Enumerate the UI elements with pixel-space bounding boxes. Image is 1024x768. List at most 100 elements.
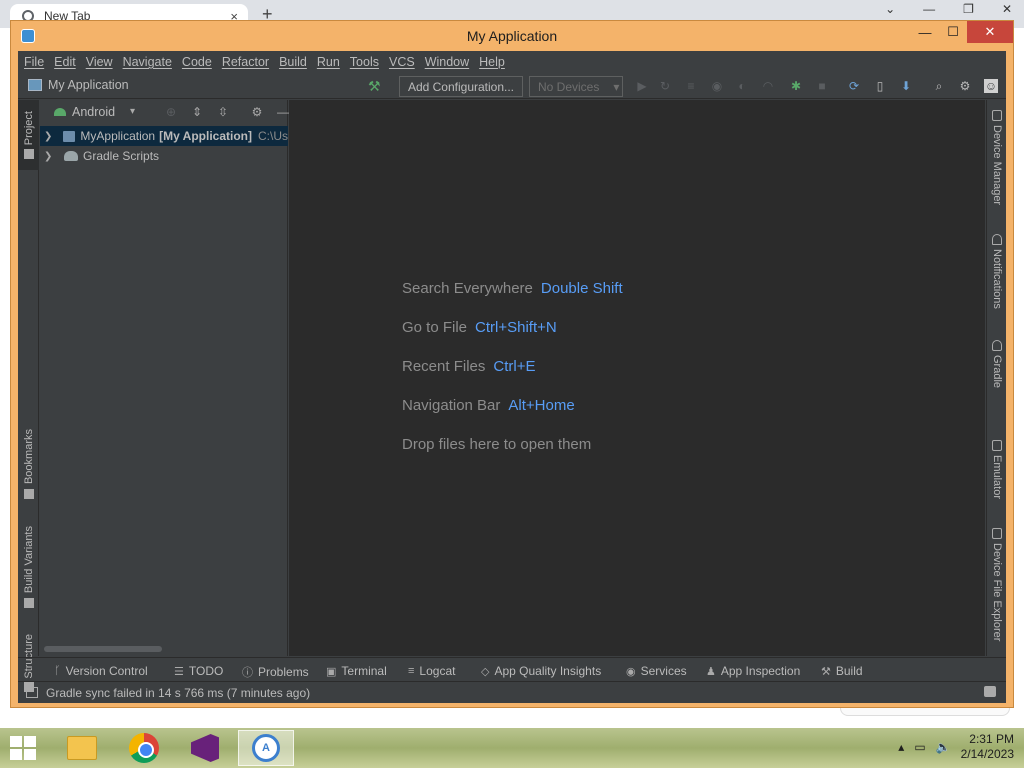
menu-vcs[interactable]: VCS (389, 55, 421, 69)
tab-app-quality-insights[interactable]: ◇ App Quality Insights (481, 664, 601, 678)
browser-close-icon[interactable]: ✕ (1002, 2, 1012, 16)
menu-edit[interactable]: Edit (54, 55, 82, 69)
browser-minimize-icon[interactable]: — (923, 2, 935, 16)
sdk-manager-icon[interactable]: ⬇ (899, 79, 913, 93)
collapse-all-icon[interactable]: ⇳ (216, 105, 230, 119)
tab-logcat[interactable]: ≡ Logcat (408, 664, 455, 678)
taskbar-file-explorer[interactable] (54, 730, 110, 766)
project-breadcrumb[interactable]: My Application (28, 78, 129, 92)
windows-logo-pane (10, 749, 22, 760)
add-configuration-button[interactable]: Add Configuration... (399, 76, 523, 97)
sync-gradle-icon[interactable]: ⟳ (847, 79, 861, 93)
clock[interactable]: 2:31 PM 2/14/2023 (961, 732, 1014, 762)
tree-item-myapplication[interactable]: ❯ MyApplication [My Application] C:\Us (40, 126, 288, 146)
clock-time: 2:31 PM (969, 732, 1014, 746)
tab-notifications[interactable]: Notifications (987, 234, 1007, 309)
device-manager-icon[interactable]: ▯ (873, 79, 887, 93)
hide-icon[interactable]: — (276, 105, 290, 119)
settings-icon[interactable]: ⚙ (958, 79, 972, 93)
tab-label: Problems (258, 665, 309, 679)
menu-code[interactable]: Code (182, 55, 218, 69)
services-icon: ◉ (626, 665, 636, 678)
apply-changes-icon[interactable]: ◠ (761, 79, 775, 93)
hint-shortcut: Alt+Home (508, 397, 575, 414)
windows-taskbar: A ▴ ▭ 🔈 2:31 PM 2/14/2023 (0, 728, 1024, 768)
app-inspection-icon: ♟ (706, 665, 716, 678)
tab-build-variants-label: Build Variants (22, 526, 35, 594)
hint-go-to-file: Go to File Ctrl+Shift+N (402, 319, 557, 336)
maximize-button[interactable]: ☐ (939, 21, 967, 43)
menu-refactor[interactable]: Refactor (222, 55, 275, 69)
search-icon[interactable]: ⌕ (932, 79, 946, 93)
debug-icon[interactable]: ✱ (789, 79, 803, 93)
stop-icon[interactable]: ■ (815, 79, 829, 93)
event-log-icon[interactable] (984, 686, 996, 697)
tab-gradle[interactable]: Gradle (987, 340, 1007, 388)
menu-build[interactable]: Build (279, 55, 313, 69)
info-icon: ⓘ (242, 667, 253, 679)
tab-build-variants[interactable]: Build Variants (18, 522, 39, 612)
account-icon[interactable]: ☺ (984, 79, 998, 93)
browser-restore-icon[interactable]: ❐ (963, 2, 974, 16)
hint-label: Recent Files (402, 358, 486, 375)
toggle-tool-windows-icon[interactable] (26, 687, 38, 698)
tab-bookmarks[interactable]: Bookmarks (18, 426, 39, 502)
tree-item-gradle-scripts[interactable]: ❯ Gradle Scripts (40, 146, 288, 166)
tab-build[interactable]: ⚒ Build (821, 664, 863, 678)
tab-todo[interactable]: ☰ TODO (174, 664, 223, 678)
tab-app-inspection[interactable]: ♟ App Inspection (706, 664, 800, 678)
hammer-icon[interactable]: ⚒ (368, 78, 381, 95)
volume-icon[interactable]: 🔈 (936, 740, 951, 754)
coverage-icon[interactable]: ≡ (684, 79, 698, 93)
tab-label: App Inspection (720, 664, 801, 678)
minimize-button[interactable]: — (911, 21, 939, 43)
horizontal-scrollbar[interactable] (44, 646, 162, 652)
tab-problems[interactable]: ⓘ Problems (242, 664, 309, 680)
menu-view[interactable]: View (86, 55, 119, 69)
close-button[interactable]: ✕ (967, 21, 1013, 43)
status-message[interactable]: Gradle sync failed in 14 s 766 ms (7 min… (46, 686, 310, 700)
tab-label: Terminal (341, 664, 387, 678)
tab-device-file-explorer[interactable]: Device File Explorer (987, 528, 1007, 641)
tab-emulator[interactable]: Emulator (987, 440, 1007, 499)
tab-version-control[interactable]: ᚴ Version Control (54, 664, 148, 678)
tree-item-label: Gradle Scripts (83, 149, 160, 163)
taskbar-visual-studio[interactable] (177, 730, 233, 766)
menu-tools[interactable]: Tools (350, 55, 385, 69)
windows-start-button[interactable] (10, 736, 38, 760)
profile-icon[interactable]: ◉ (710, 79, 724, 93)
tab-gradle-label: Gradle (991, 355, 1003, 389)
taskbar-chrome[interactable] (116, 730, 172, 766)
chevron-down-icon[interactable]: ▾ (130, 106, 135, 117)
tab-project[interactable]: Project (18, 100, 39, 170)
chevron-right-icon[interactable]: ❯ (44, 151, 58, 162)
locate-icon[interactable]: ⊕ (164, 105, 178, 119)
menu-help[interactable]: Help (479, 55, 511, 69)
device-selector[interactable]: No Devices ▾ (529, 76, 623, 97)
menu-run[interactable]: Run (317, 55, 346, 69)
tab-terminal[interactable]: ▣ Terminal (326, 664, 387, 678)
tab-services[interactable]: ◉ Services (626, 664, 687, 678)
chevron-right-icon[interactable]: ❯ (44, 131, 57, 142)
show-hidden-icons-icon[interactable]: ▴ (898, 740, 904, 754)
taskbar-android-studio[interactable]: A (238, 730, 294, 766)
build-variants-icon (23, 597, 34, 608)
rerun-icon[interactable]: ↻ (658, 79, 672, 93)
tab-device-manager[interactable]: Device Manager (987, 110, 1007, 205)
network-icon[interactable]: ▭ (914, 740, 925, 754)
hint-navigation-bar: Navigation Bar Alt+Home (402, 397, 575, 414)
right-tool-strip: Device Manager Notifications Gradle Emul… (986, 100, 1006, 656)
menu-window[interactable]: Window (425, 55, 475, 69)
menu-navigate[interactable]: Navigate (123, 55, 178, 69)
tab-search-icon[interactable]: ⌄ (885, 2, 895, 16)
run-icon[interactable]: ▶ (635, 79, 649, 93)
project-view-selector[interactable]: Android (54, 105, 115, 119)
title-bar[interactable]: My Application — ☐ ✕ (11, 21, 1013, 51)
hint-label: Go to File (402, 319, 468, 336)
menu-file[interactable]: File (24, 55, 50, 69)
attach-icon[interactable]: ◐ (735, 79, 749, 93)
expand-all-icon[interactable]: ⇕ (190, 105, 204, 119)
file-explorer-icon (67, 736, 97, 760)
hint-shortcut: Double Shift (540, 280, 623, 297)
gear-icon[interactable]: ⚙ (250, 105, 264, 119)
